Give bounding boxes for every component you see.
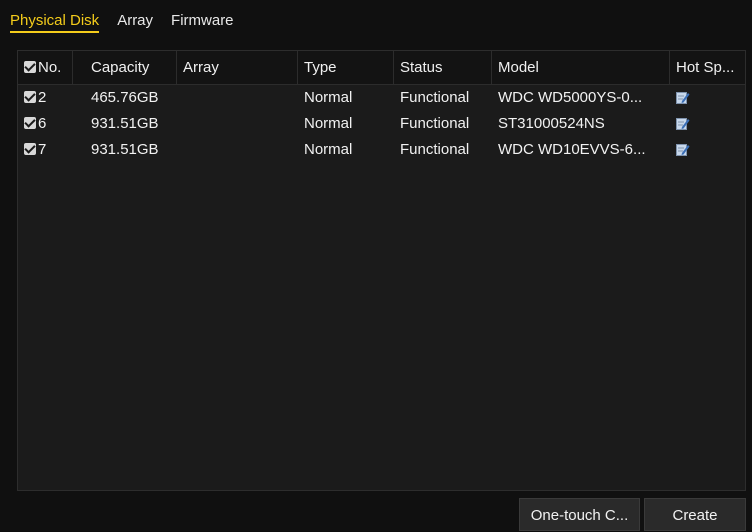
table-row[interactable]: 2 465.76GB Normal Functional WDC WD5000Y… <box>18 85 745 111</box>
type-cell: Normal <box>304 89 353 106</box>
tab-bar: Physical Disk Array Firmware <box>10 12 252 36</box>
row-number-cell: 6 <box>18 111 73 137</box>
tab-firmware[interactable]: Firmware <box>171 12 234 30</box>
column-header-capacity[interactable]: Capacity <box>73 51 177 85</box>
capacity-cell: 465.76GB <box>91 89 159 106</box>
array-cell <box>177 85 298 111</box>
column-header-hot-spare[interactable]: Hot Sp... <box>670 51 745 85</box>
table-header: No. Capacity Array Type Status Model Hot… <box>18 51 745 85</box>
capacity-cell: 931.51GB <box>91 141 159 158</box>
type-cell: Normal <box>304 115 353 132</box>
row-checkbox[interactable] <box>24 117 36 129</box>
one-touch-config-button[interactable]: One-touch C... <box>519 498 640 531</box>
status-cell: Functional <box>400 89 470 106</box>
model-cell: WDC WD10EVVS-6... <box>498 141 646 158</box>
status-cell: Functional <box>400 141 470 158</box>
array-cell <box>177 111 298 137</box>
edit-icon[interactable] <box>676 91 690 104</box>
table-row[interactable]: 7 931.51GB Normal Functional WDC WD10EVV… <box>18 137 745 163</box>
table-row[interactable]: 6 931.51GB Normal Functional ST31000524N… <box>18 111 745 137</box>
row-checkbox[interactable] <box>24 91 36 103</box>
row-number-cell: 7 <box>18 137 73 163</box>
capacity-cell: 931.51GB <box>91 115 159 132</box>
edit-icon[interactable] <box>676 117 690 130</box>
model-cell: ST31000524NS <box>498 115 605 132</box>
button-bar: One-touch C... Create <box>17 498 746 531</box>
create-button[interactable]: Create <box>644 498 746 531</box>
hot-spare-cell <box>670 85 745 111</box>
select-all-checkbox[interactable] <box>24 61 36 73</box>
hot-spare-cell <box>670 137 745 163</box>
tab-array[interactable]: Array <box>117 12 153 30</box>
array-cell <box>177 137 298 163</box>
table-body: 2 465.76GB Normal Functional WDC WD5000Y… <box>18 85 745 163</box>
model-cell: WDC WD5000YS-0... <box>498 89 643 106</box>
column-header-status[interactable]: Status <box>394 51 492 85</box>
disk-table: No. Capacity Array Type Status Model Hot… <box>17 50 746 491</box>
column-header-type[interactable]: Type <box>298 51 394 85</box>
row-number-cell: 2 <box>18 85 73 111</box>
edit-icon[interactable] <box>676 143 690 156</box>
hot-spare-cell <box>670 111 745 137</box>
tab-physical-disk[interactable]: Physical Disk <box>10 12 100 33</box>
row-checkbox[interactable] <box>24 143 36 155</box>
physical-disk-window: Physical Disk Array Firmware No. Capacit… <box>0 0 752 531</box>
column-header-no[interactable]: No. <box>18 51 73 85</box>
type-cell: Normal <box>304 141 353 158</box>
status-cell: Functional <box>400 115 470 132</box>
column-header-array[interactable]: Array <box>177 51 298 85</box>
column-header-model[interactable]: Model <box>492 51 670 85</box>
